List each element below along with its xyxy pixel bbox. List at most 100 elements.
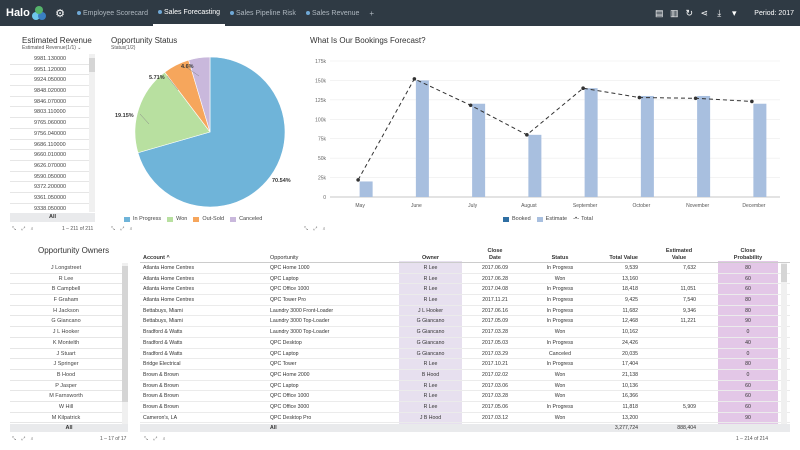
header-status[interactable]: Status <box>532 255 588 262</box>
header-account[interactable]: Account ^ <box>143 255 170 262</box>
revenue-subtitle[interactable]: Estimated Revenue(1/1) ⌄ <box>22 45 82 51</box>
add-tab-button[interactable]: + <box>364 0 379 26</box>
table-scroll-track[interactable] <box>781 263 787 424</box>
total-point[interactable] <box>637 95 642 100</box>
table-row[interactable]: Brown & Brown QPC Home 2000 B Hood 2017.02.… <box>140 370 790 381</box>
list-item[interactable]: W Hill <box>10 402 122 413</box>
list-item[interactable]: R Lee <box>10 274 122 285</box>
halo-logo[interactable]: Halo <box>0 0 50 26</box>
list-item[interactable]: 9686.110000 <box>10 140 94 151</box>
legend-total[interactable]: Total <box>581 216 593 222</box>
list-item[interactable]: 9372.200000 <box>10 182 94 193</box>
list-item[interactable]: H Jackson <box>10 306 122 317</box>
estimate-bar[interactable] <box>697 95 711 197</box>
total-point[interactable] <box>750 99 754 104</box>
gear-icon[interactable]: ⚙ <box>50 7 70 20</box>
estimate-bar[interactable] <box>415 80 429 197</box>
total-point[interactable] <box>412 77 417 81</box>
list-item[interactable]: 9765.060000 <box>10 118 94 129</box>
download-icon[interactable]: ⤓ <box>714 8 724 19</box>
list-item[interactable]: 9361.050000 <box>10 193 94 204</box>
list-item[interactable]: 9660.010000 <box>10 150 94 161</box>
table-row[interactable]: Bradford & Watts Laundry 3000 Top-Loader G… <box>140 327 790 338</box>
owners-all-button[interactable]: All <box>10 424 128 432</box>
table-row[interactable]: Atlanta Home Centres QPC Laptop R Lee 2017.… <box>140 274 790 285</box>
header-opportunity[interactable]: Opportunity <box>270 255 298 262</box>
estimate-bar[interactable] <box>359 181 373 197</box>
header-close-probability[interactable]: Close Probability <box>718 248 778 262</box>
list-item[interactable]: M Kilpatrick <box>10 413 122 424</box>
pie-subtitle[interactable]: Status(1/2) <box>111 45 135 51</box>
tab-employee-scorecard[interactable]: Employee Scorecard <box>72 0 153 26</box>
tab-sales-pipeline-risk[interactable]: Sales Pipeline Risk <box>225 0 301 26</box>
list-item[interactable]: 9981.130000 <box>10 54 94 65</box>
estimate-bar[interactable] <box>528 134 542 197</box>
share-icon[interactable]: ⋖ <box>699 8 709 19</box>
total-point[interactable] <box>581 86 585 90</box>
list-item[interactable]: J L Hooker <box>10 327 122 338</box>
revenue-scroll-track[interactable] <box>89 54 95 212</box>
list-item[interactable]: 9338.050000 <box>10 204 94 212</box>
table-row[interactable]: Atlanta Home Centres QPC Office 1000 R Lee… <box>140 284 790 296</box>
revenue-panel-tools[interactable]: ⤡ ⤢ ⌕ <box>12 226 36 232</box>
table-row[interactable]: Atlanta Home Centres QPC Tower Pro R Lee 20… <box>140 295 790 306</box>
list-item[interactable]: 9756.040000 <box>10 129 94 140</box>
owners-panel-tools[interactable]: ⤡ ⤢ ⌕ <box>12 436 36 442</box>
bookings-chart[interactable]: 0 25k 50k 75k 100k 125k 150k 175k May June July Aug… <box>300 55 790 227</box>
legend-won[interactable]: Won <box>176 216 187 222</box>
save-icon[interactable]: ▤ <box>654 8 664 19</box>
save-as-icon[interactable]: ▥ <box>669 8 679 19</box>
period-filter-icon[interactable]: ▾ <box>729 8 739 19</box>
pie-panel-tools[interactable]: ⤡ ⤢ ⌕ <box>111 226 135 232</box>
owners-scrollbar[interactable] <box>122 266 128 402</box>
list-item[interactable]: M Farnsworth <box>10 391 122 402</box>
list-item[interactable]: 9846.070000 <box>10 97 94 108</box>
legend-in-progress[interactable]: In Progress <box>133 216 161 222</box>
list-item[interactable]: K Montelth <box>10 338 122 349</box>
estimate-bar[interactable] <box>584 88 598 197</box>
list-item[interactable]: J Springer <box>10 359 122 370</box>
header-estimated-value[interactable]: Estimated Value <box>650 248 708 262</box>
list-item[interactable]: 9590.050000 <box>10 172 94 183</box>
table-row[interactable]: Bridge Electrical QPC Tower R Lee 2017.10.2… <box>140 359 790 370</box>
table-row[interactable]: Bettabuys, Miami Laundry 3000 Top-Loader G… <box>140 316 790 328</box>
bookings-panel-tools[interactable]: ⤡ ⤢ ⌕ <box>304 226 328 232</box>
table-panel-tools[interactable]: ⤡ ⤢ ⌕ <box>144 436 168 442</box>
list-item[interactable]: B Hood <box>10 370 122 381</box>
total-point[interactable] <box>525 133 529 137</box>
list-item[interactable]: B Campbell <box>10 284 122 296</box>
pie-chart[interactable] <box>100 52 300 212</box>
legend-estimate[interactable]: Estimate <box>546 216 567 222</box>
list-item[interactable]: 9951.120000 <box>10 65 94 76</box>
legend-booked[interactable]: Booked <box>512 216 531 222</box>
legend-out-sold[interactable]: Out-Sold <box>202 216 224 222</box>
refresh-icon[interactable]: ↻ <box>684 8 694 19</box>
list-item[interactable]: J Stuart <box>10 349 122 360</box>
header-close-date[interactable]: Close Date <box>470 248 520 262</box>
tab-sales-forecasting[interactable]: Sales Forecasting <box>152 0 226 26</box>
table-scrollbar[interactable] <box>781 264 787 282</box>
legend-canceled[interactable]: Canceled <box>239 216 262 222</box>
revenue-scrollbar[interactable] <box>89 58 95 72</box>
total-point[interactable] <box>693 96 698 101</box>
list-item[interactable]: 9848.020000 <box>10 86 94 97</box>
table-row[interactable]: Cameron's, LA QPC Desktop Pro J B Hood 2017… <box>140 413 790 424</box>
table-all-button[interactable]: All <box>270 424 277 432</box>
tab-sales-revenue[interactable]: Sales Revenue <box>301 0 364 26</box>
list-item[interactable]: 9803.110000 <box>10 107 94 119</box>
list-item[interactable]: F Graham <box>10 295 122 306</box>
list-item[interactable]: 9924.050000 <box>10 75 94 87</box>
list-item[interactable]: 9626.070000 <box>10 161 94 172</box>
table-row[interactable]: Brown & Brown QPC Office 1000 R Lee 2017.03… <box>140 391 790 402</box>
table-row[interactable]: Brown & Brown QPC Laptop R Lee 2017.03.06 Wo… <box>140 381 790 392</box>
list-item[interactable]: P Jasper <box>10 381 122 392</box>
total-point[interactable] <box>356 178 360 182</box>
header-owner[interactable]: Owner <box>399 255 462 262</box>
list-item[interactable]: J Longstreet <box>10 263 122 274</box>
period-selector[interactable]: Period: 2017 <box>754 10 794 17</box>
table-row[interactable]: Bradford & Watts QPC Laptop G Giancano 2017… <box>140 349 790 360</box>
list-item[interactable]: G Giancano <box>10 316 122 328</box>
total-point[interactable] <box>468 103 473 108</box>
table-row[interactable]: Brown & Brown QPC Office 3000 R Lee 2017.05… <box>140 402 790 413</box>
table-row[interactable]: Atlanta Home Centres QPC Home 1000 R Lee 20… <box>140 263 790 274</box>
